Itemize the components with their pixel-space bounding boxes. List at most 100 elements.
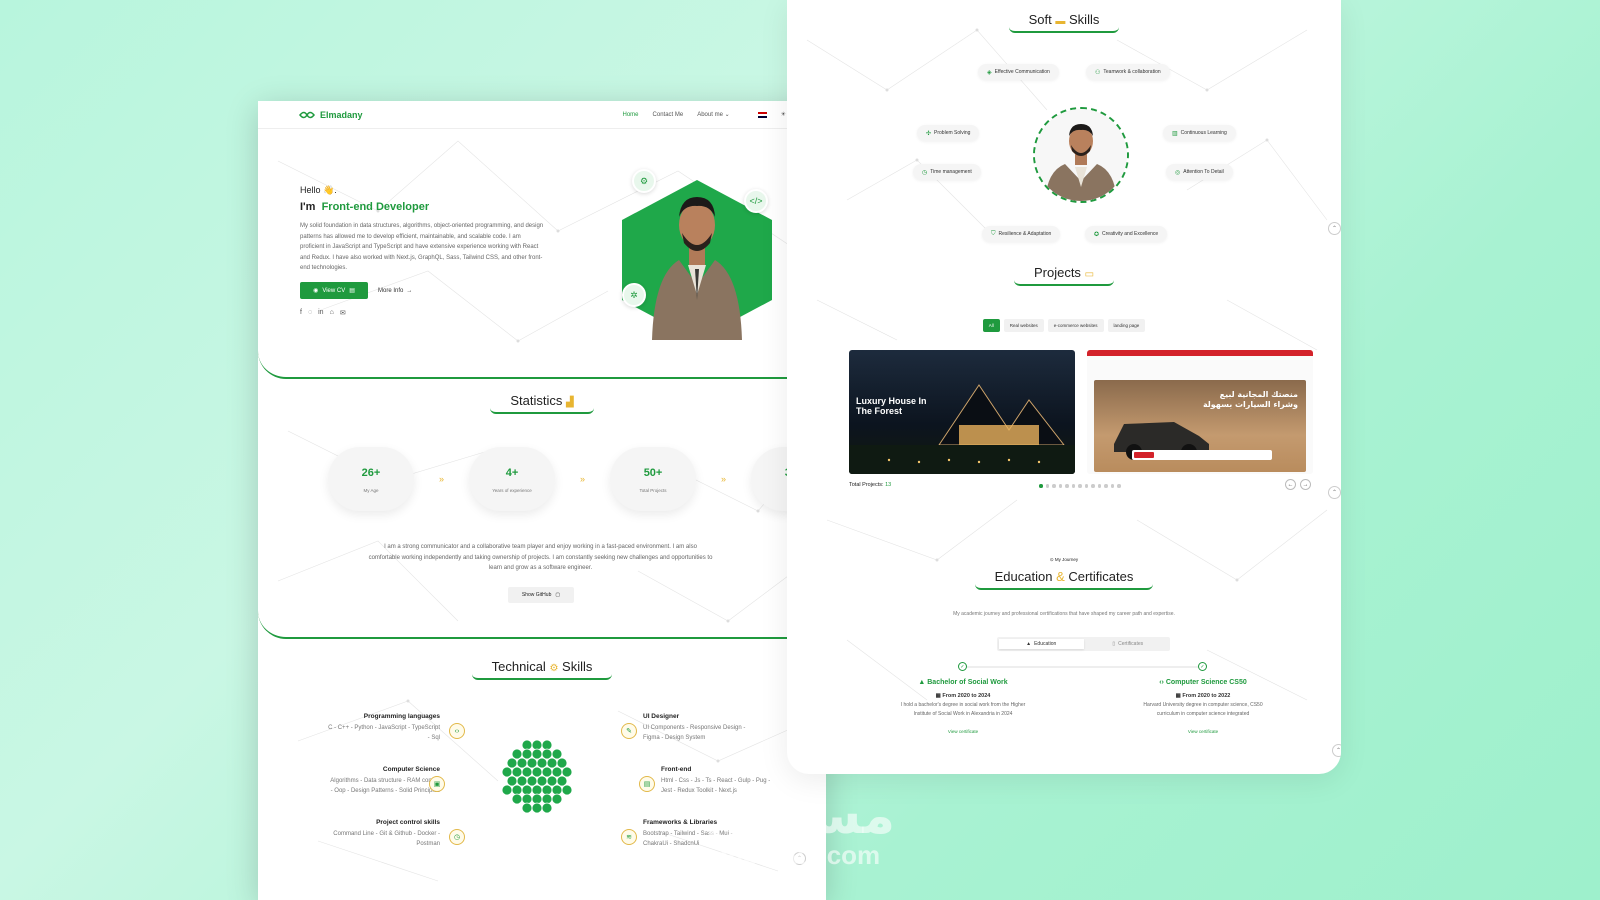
project-card-cars-platform[interactable]: منصتك المجانية لبيع وشراء السيارات بسهول… (1087, 350, 1313, 474)
honeycomb-graphic (501, 739, 573, 814)
theme-toggle-icon[interactable]: ☀ (781, 111, 786, 118)
double-chevron-icon: » (439, 474, 445, 484)
title-part: Soft (1028, 12, 1052, 27)
view-cv-button[interactable]: ◉ View CV ▤ (300, 282, 368, 299)
filter-real-websites[interactable]: Real websites (1003, 319, 1044, 332)
github-icon[interactable]: ⌂ (330, 309, 334, 317)
settings-badge-icon: ⚙ (632, 169, 656, 193)
profile-photo (652, 197, 742, 340)
facebook-icon[interactable]: f (300, 309, 302, 317)
carousel-dot[interactable] (1084, 484, 1088, 488)
carousel-dot[interactable] (1052, 484, 1056, 488)
carousel-dots (1039, 484, 1121, 488)
title-part: Certificates (1068, 569, 1134, 584)
clock-icon: ◷ (922, 169, 928, 176)
education-title-text: Computer Science CS50 (1165, 679, 1247, 686)
hero-section: Hello 👋. I'm Front-end Developer My soli… (258, 129, 826, 379)
brand-name: Elmadany (320, 109, 363, 120)
show-github-button[interactable]: Show GitHub ▢ (508, 587, 574, 603)
view-certificate-link[interactable]: View certificate (868, 727, 1058, 736)
tab-certificates[interactable]: ▯ Certificates (1086, 637, 1171, 651)
skill-detail: Algorithms - Data structure - RAM contro… (330, 777, 440, 784)
hero-description: My solid foundation in data structures, … (300, 223, 544, 271)
nav-about[interactable]: About me ⌄ (697, 111, 729, 118)
carousel-prev-button[interactable]: ← (1285, 479, 1296, 490)
arrow-right-icon: → (406, 287, 413, 294)
view-certificate-link[interactable]: View certificate (1108, 727, 1298, 736)
role-title: Front-end Developer (321, 201, 430, 213)
code-badge-icon: </> (744, 189, 768, 213)
portfolio-home-page: Elmadany Home Contact Me About me ⌄ ☀ He… (258, 101, 826, 900)
scroll-up-button[interactable]: ⌃ (1332, 744, 1341, 757)
scroll-up-button[interactable]: ⌃ (1328, 222, 1341, 235)
linkedin-icon[interactable]: in (318, 309, 323, 317)
skill-programming-languages: Programming languages C - C++ - Python - … (328, 712, 440, 744)
education-item-cs50: ‹› Computer Science CS50 ▦ From 2020 to … (1108, 678, 1298, 736)
more-info-button[interactable]: More Info → (378, 282, 412, 299)
tab-label: Education (1034, 641, 1057, 647)
scroll-up-button[interactable]: ⌃ (1328, 486, 1341, 499)
wave-emoji-icon: 👋 (323, 185, 335, 195)
watermark-arabic: مستقل (704, 786, 896, 846)
nav-contact[interactable]: Contact Me (653, 112, 684, 118)
project-card-title: Luxury House In The Forest (856, 396, 927, 416)
carousel-next-button[interactable]: → (1300, 479, 1311, 490)
eye-icon: ◉ (313, 288, 319, 294)
language-flag-icon[interactable] (757, 111, 767, 118)
tab-label: Certificates (1118, 641, 1144, 647)
portfolio-detail-page: Soft ▬ Skills ◈ Effective Communication ⚇… (787, 0, 1341, 774)
chip-teamwork: ⚇ Teamwork & collaboration (1086, 64, 1170, 80)
chip-label: Creativity and Excellence (1102, 231, 1159, 237)
chip-resilience: ⛉ Resilience & Adaptation (982, 226, 1061, 242)
education-description: Harvard University degree in computer sc… (1143, 702, 1263, 708)
filter-all[interactable]: All (982, 319, 1000, 332)
carousel-dot[interactable] (1091, 484, 1095, 488)
tab-education[interactable]: ▲ Education (999, 639, 1084, 649)
carousel-dot[interactable] (1078, 484, 1082, 488)
double-chevron-icon: » (580, 474, 586, 484)
carousel-dot[interactable] (1058, 484, 1062, 488)
carousel-dot[interactable] (1045, 484, 1049, 488)
mail-icon[interactable]: ✉ (340, 309, 346, 317)
chip-label: Teamwork & collaboration (1103, 69, 1161, 75)
filter-ecommerce[interactable]: e-commerce websites (1047, 319, 1104, 332)
whatsapp-icon[interactable]: ◌ (308, 309, 312, 317)
cpu-icon: ▣ (429, 776, 445, 792)
filter-landing-page[interactable]: landing page (1107, 319, 1146, 332)
chip-label: Problem Solving (934, 130, 971, 136)
carousel-dot[interactable] (1104, 484, 1108, 488)
education-title: Education & Certificates (787, 569, 1341, 590)
mostaql-watermark: مستقل mostaql.com (700, 790, 900, 868)
eyebrow-text: My Journey (1054, 557, 1079, 562)
hero-greeting: Hello 👋. (300, 185, 337, 195)
logo-icon (299, 111, 315, 118)
carousel-dot[interactable] (1039, 484, 1043, 488)
title-part: Skills (1069, 12, 1100, 27)
carousel-dot[interactable] (1110, 484, 1114, 488)
palette-icon: ✎ (621, 723, 637, 739)
skill-name: Computer Science (382, 766, 440, 773)
title-part: Technical (491, 659, 546, 674)
chip-attention-to-detail: ◎ Attention To Detail (1166, 164, 1233, 180)
skill-detail: - Oop - Design Patterns - Solid Principl… (330, 788, 440, 794)
education-description: Institute of Social Work in Alexandria i… (913, 711, 1013, 717)
gear-icon: ⚙ (549, 663, 559, 674)
greeting-text: Hello (300, 185, 321, 195)
timeline-check-icon: ✓ (1198, 662, 1207, 671)
chip-label: Continuous Learning (1180, 130, 1227, 136)
top-navbar: Elmadany Home Contact Me About me ⌄ ☀ (258, 101, 826, 129)
chip-label: Effective Communication (994, 69, 1050, 75)
carousel-dot[interactable] (1117, 484, 1121, 488)
skill-detail: Command Line - Git & Github - Docker - (333, 830, 440, 837)
carousel-dot[interactable] (1097, 484, 1101, 488)
chip-time-management: ◷ Time management (913, 164, 981, 180)
nav-about-label: About me (697, 112, 723, 118)
github-icon: ▢ (555, 592, 561, 598)
carousel-dot[interactable] (1065, 484, 1069, 488)
project-card-luxury-house[interactable]: Luxury House In The Forest (849, 350, 1075, 474)
carousel-dot[interactable] (1071, 484, 1075, 488)
graduation-cap-icon: ▲ (1026, 641, 1032, 647)
brand-logo[interactable]: Elmadany (298, 110, 363, 120)
title-ampersand: & (1056, 569, 1065, 584)
nav-home[interactable]: Home (623, 112, 639, 118)
